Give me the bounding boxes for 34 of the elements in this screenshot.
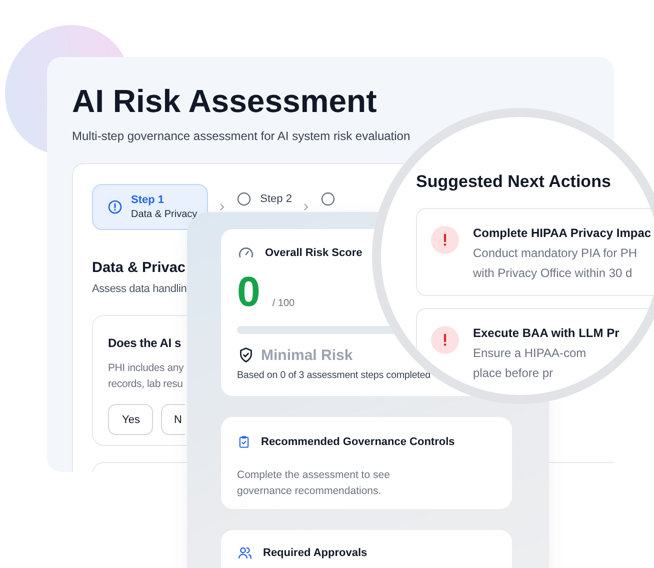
governance-message: Complete the assessment to see governance recommendations. bbox=[237, 468, 391, 499]
action-title: Complete HIPAA Privacy Impac bbox=[473, 226, 652, 240]
page-title: AI Risk Assessment bbox=[72, 83, 377, 119]
action-description: place before pr bbox=[473, 365, 554, 382]
answer-button[interactable]: N bbox=[161, 404, 185, 435]
empty-circle-icon bbox=[236, 191, 252, 207]
alert-badge-icon bbox=[431, 326, 459, 354]
section-description: Assess data handlin bbox=[92, 283, 187, 295]
section-title: Data & Privac bbox=[92, 260, 186, 276]
empty-circle-icon bbox=[320, 191, 336, 207]
card-title: Recommended Governance Controls bbox=[261, 436, 455, 448]
users-icon bbox=[237, 545, 253, 561]
step-tab[interactable]: Step 1 Data & Privacy bbox=[92, 184, 208, 230]
clipboard-check-icon bbox=[237, 434, 251, 450]
action-description: Conduct mandatory PIA for PH bbox=[473, 245, 638, 262]
alert-circle-icon bbox=[107, 199, 123, 215]
action-description: with Privacy Office within 30 d bbox=[473, 265, 634, 282]
page-subtitle: Multi-step governance assessment for AI system risk evaluation bbox=[72, 129, 410, 143]
action-title: Execute BAA with LLM Pr bbox=[473, 326, 620, 340]
shield-check-icon bbox=[237, 346, 255, 364]
risk-score: 0 bbox=[237, 268, 260, 316]
step-tab[interactable]: Step 2 bbox=[236, 189, 292, 209]
card-title: Overall Risk Score bbox=[265, 247, 362, 259]
question-help-text: PHI includes any bbox=[108, 361, 184, 376]
question-help-text: records, lab resu bbox=[108, 377, 183, 392]
risk-rating: Minimal Risk bbox=[261, 346, 353, 364]
action-description: Ensure a HIPAA-com bbox=[473, 345, 586, 362]
score-maximum: / 100 bbox=[272, 298, 295, 309]
card-title: Required Approvals bbox=[263, 547, 368, 559]
answer-button[interactable]: Yes bbox=[108, 404, 153, 435]
section-title: Suggested Next Actions bbox=[416, 172, 611, 192]
question-title: Does the AI s bbox=[108, 336, 181, 350]
score-basis-text: Based on 0 of 3 assessment steps completed bbox=[237, 370, 430, 381]
alert-badge-icon bbox=[431, 226, 459, 254]
